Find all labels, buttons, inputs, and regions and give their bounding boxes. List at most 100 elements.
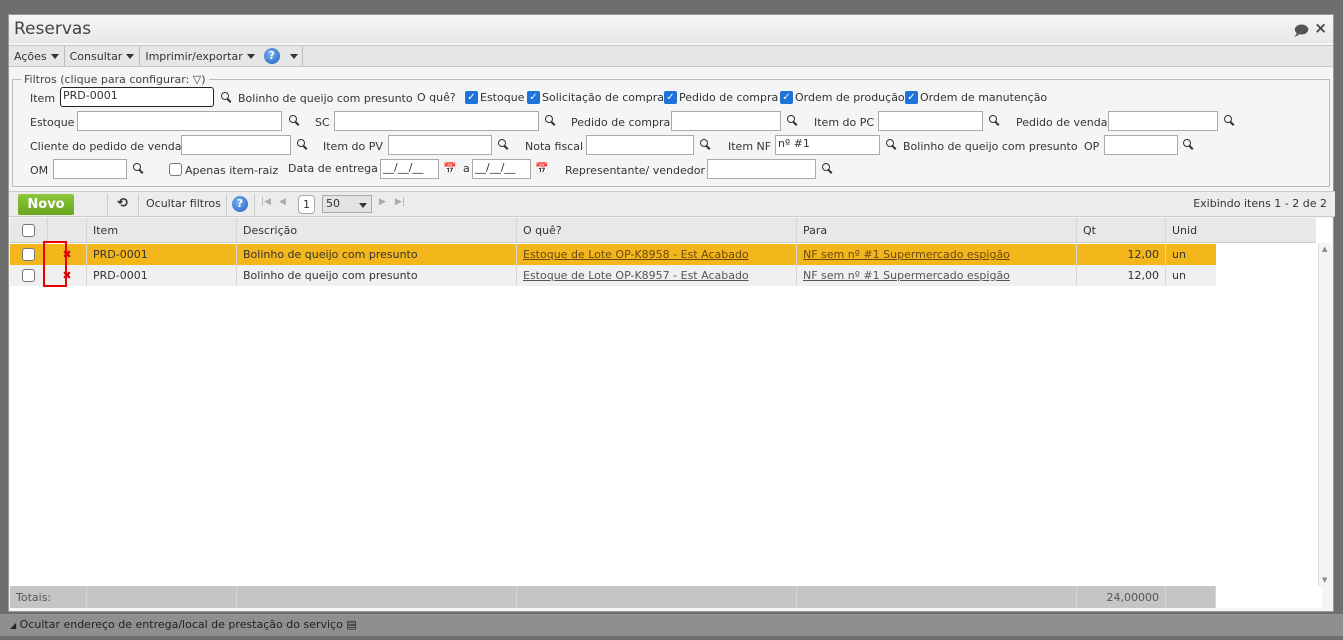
imprimir-label: Imprimir/exportar	[145, 49, 243, 63]
op-input[interactable]	[1104, 135, 1178, 155]
om-input[interactable]	[53, 159, 127, 179]
last-page-icon[interactable]: ▶|	[395, 197, 405, 207]
apenas-raiz-checkbox[interactable]	[169, 163, 182, 176]
ocultar-filtros-button[interactable]: Ocultar filtros	[146, 197, 221, 210]
col-oque[interactable]: O quê?	[517, 218, 797, 242]
search-icon[interactable]	[886, 139, 898, 151]
nota-fiscal-label: Nota fiscal	[525, 140, 584, 153]
search-icon[interactable]	[1224, 115, 1236, 127]
search-icon[interactable]	[1183, 139, 1195, 151]
search-icon[interactable]	[221, 92, 233, 104]
imprimir-menu[interactable]: Imprimir/exportar	[140, 46, 259, 66]
para-link[interactable]: NF sem nº #1 Supermercado espigão	[803, 248, 1010, 261]
select-all-checkbox[interactable]	[22, 223, 35, 237]
items-count: Exibindo itens 1 - 2 de 2	[1193, 197, 1327, 210]
calendar-icon[interactable]: 📅	[443, 162, 457, 175]
cliente-pv-input[interactable]	[181, 135, 291, 155]
search-icon[interactable]	[989, 115, 1001, 127]
title-bar: Reservas 🗩 ×	[9, 15, 1333, 43]
item-pv-input[interactable]	[388, 135, 492, 155]
table-row[interactable]: ✖ PRD-0001 Bolinho de queijo com presunt…	[10, 244, 1216, 265]
item-label: Item	[30, 92, 56, 105]
sc-input[interactable]	[334, 111, 539, 131]
search-icon[interactable]	[700, 139, 712, 151]
totals-qt: 24,00000	[1077, 586, 1166, 608]
grid-header: Item Descrição O quê? Para Qt Unid	[10, 218, 1316, 243]
cell-descricao: Bolinho de queijo com presunto	[237, 265, 517, 286]
prev-page-icon[interactable]: ◀	[279, 197, 286, 207]
col-qt[interactable]: Qt	[1077, 218, 1166, 242]
nota-fiscal-input[interactable]	[586, 135, 694, 155]
close-icon[interactable]: ×	[1314, 19, 1327, 37]
pedido-compra-input[interactable]	[671, 111, 781, 131]
search-icon[interactable]	[297, 139, 309, 151]
oque-link[interactable]: Estoque de Lote OP-K8958 - Est Acabado	[523, 248, 749, 261]
col-unid[interactable]: Unid	[1166, 218, 1316, 242]
page-size-select[interactable]: 50	[322, 195, 372, 213]
date-sep-label: a	[463, 162, 470, 175]
checkbox-estoque[interactable]: ✓	[465, 91, 478, 104]
cell-unid: un	[1172, 269, 1186, 282]
chevron-down-icon	[359, 203, 367, 208]
item-nf-description: Bolinho de queijo com presunto	[903, 140, 1078, 153]
consultar-label: Consultar	[69, 49, 123, 63]
table-row[interactable]: ✖ PRD-0001 Bolinho de queijo com presunt…	[10, 265, 1216, 286]
cell-item: PRD-0001	[87, 244, 237, 265]
col-descricao[interactable]: Descrição	[237, 218, 517, 242]
totals-label: Totais:	[10, 586, 87, 608]
totals-row: Totais: 24,00000	[10, 586, 1322, 608]
consultar-menu[interactable]: Consultar	[65, 46, 141, 66]
search-icon[interactable]	[545, 115, 557, 127]
search-icon[interactable]	[498, 139, 510, 151]
item-nf-input[interactable]: nº #1	[775, 135, 880, 155]
page-size-value: 50	[326, 197, 340, 210]
refresh-icon[interactable]: ⟲	[117, 196, 128, 211]
comment-icon[interactable]: 🗩	[1293, 20, 1309, 44]
cliente-pv-label: Cliente do pedido de venda	[30, 140, 182, 153]
acoes-menu[interactable]: Ações	[9, 46, 65, 66]
pedido-venda-input[interactable]	[1108, 111, 1218, 131]
next-page-icon[interactable]: ▶	[379, 197, 386, 207]
checkbox-ordem-manutencao[interactable]: ✓	[905, 91, 918, 104]
reservas-grid: Item Descrição O quê? Para Qt Unid ✖ PRD…	[10, 218, 1332, 608]
cell-qt: 12,00	[1077, 244, 1166, 265]
help-menu[interactable]: ?	[260, 46, 303, 66]
search-icon[interactable]	[787, 115, 799, 127]
para-link[interactable]: NF sem nº #1 Supermercado espigão	[803, 269, 1010, 282]
search-icon[interactable]	[133, 163, 145, 175]
vertical-scrollbar[interactable]: ▲ ▼	[1318, 243, 1332, 586]
search-icon[interactable]	[822, 163, 834, 175]
item-input[interactable]: PRD-0001	[60, 87, 214, 107]
oque-link[interactable]: Estoque de Lote OP-K8957 - Est Acabado	[523, 269, 749, 282]
first-page-icon[interactable]: |◀	[261, 197, 271, 207]
chevron-down-icon	[289, 53, 298, 59]
item-pv-label: Item do PV	[323, 140, 383, 153]
checkbox-ordem-producao[interactable]: ✓	[780, 91, 793, 104]
col-para[interactable]: Para	[797, 218, 1077, 242]
representante-input[interactable]	[707, 159, 816, 179]
item-description: Bolinho de queijo com presunto	[238, 92, 413, 105]
date-from-input[interactable]: __/__/__	[380, 159, 439, 179]
footer-bar[interactable]: ◢ Ocultar endereço de entrega/local de p…	[0, 614, 1343, 636]
page-number-input[interactable]: 1	[298, 195, 315, 214]
col-item[interactable]: Item	[87, 218, 237, 242]
cell-qt: 12,00	[1077, 265, 1166, 286]
filters-legend[interactable]: Filtros (clique para configurar: ▽)	[21, 73, 209, 86]
calendar-icon[interactable]: 📅	[535, 162, 549, 175]
item-pc-input[interactable]	[878, 111, 983, 131]
row-checkbox[interactable]	[22, 248, 35, 261]
op-label: OP	[1084, 140, 1100, 153]
novo-button[interactable]: Novo	[18, 194, 74, 215]
search-icon[interactable]	[289, 115, 301, 127]
help-icon[interactable]: ?	[232, 196, 248, 212]
highlight-box	[43, 241, 67, 287]
row-checkbox[interactable]	[22, 269, 35, 282]
estoque-input[interactable]	[77, 111, 282, 131]
filters-legend-text: Filtros (clique para configurar:	[24, 73, 190, 86]
apenas-raiz-label: Apenas item-raiz	[185, 164, 279, 177]
checkbox-pedido-compra[interactable]: ✓	[664, 91, 677, 104]
funnel-icon[interactable]: ▽	[193, 73, 201, 86]
date-to-input[interactable]: __/__/__	[472, 159, 531, 179]
checkbox-solicitacao[interactable]: ✓	[527, 91, 540, 104]
ocultar-endereco-link[interactable]: Ocultar endereço de entrega/local de pre…	[20, 618, 343, 631]
